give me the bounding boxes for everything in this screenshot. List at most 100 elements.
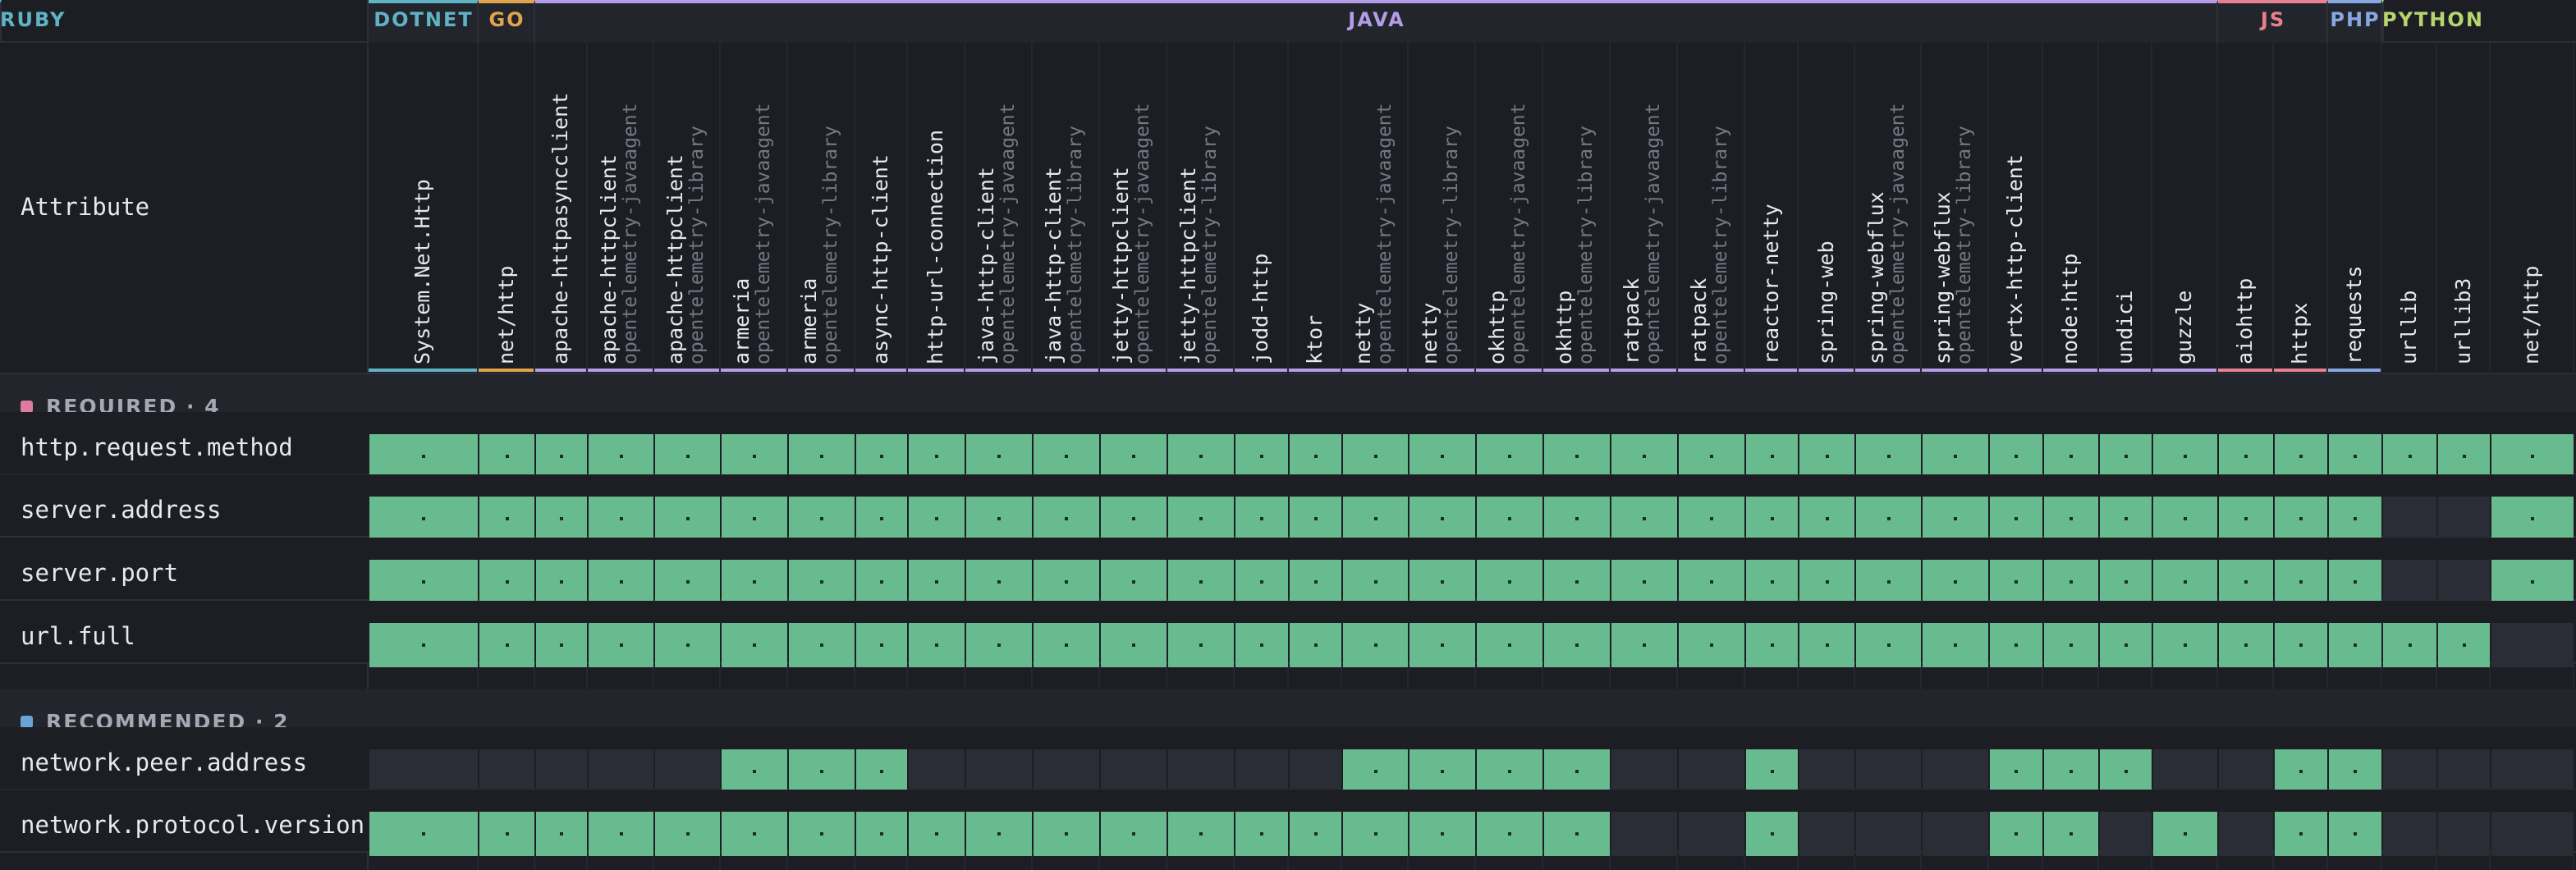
supported-cell: [1343, 623, 1408, 667]
support-dot-icon: [1643, 580, 1646, 584]
supported-cell: [2100, 623, 2152, 667]
supported-cell: [909, 497, 965, 541]
supported-cell: [2329, 497, 2381, 541]
supported-cell: [1101, 812, 1167, 856]
unsupported-cell: [2219, 812, 2273, 856]
supported-cell: [2275, 560, 2327, 604]
supported-cell: [2100, 434, 2152, 478]
supported-cell: [2219, 623, 2273, 667]
library-name-label: urllib3: [2450, 277, 2475, 364]
supported-cell: [789, 812, 855, 856]
supported-cell: [1799, 623, 1854, 667]
support-dot-icon: [560, 517, 563, 520]
support-dot-icon: [1199, 455, 1203, 458]
language-label-js: JS: [2260, 8, 2286, 31]
support-dot-icon: [753, 517, 756, 520]
support-dot-icon: [1441, 580, 1444, 584]
supported-cell: [1799, 497, 1854, 541]
supported-cell: [909, 812, 965, 856]
support-dot-icon: [1065, 517, 1068, 520]
library-variant-label: opentelemetry-library: [1575, 126, 1597, 364]
support-dot-icon: [1710, 580, 1713, 584]
support-dot-icon: [1508, 832, 1511, 836]
support-dot-icon: [2184, 455, 2187, 458]
supported-cell: [1990, 812, 2042, 856]
library-name-label: java-http-client: [1042, 167, 1066, 364]
supported-cell: [1409, 434, 1475, 478]
supported-cell: [1477, 812, 1542, 856]
library-variant-label: opentelemetry-library: [1441, 126, 1462, 364]
support-dot-icon: [2299, 517, 2303, 520]
support-dot-icon: [2070, 517, 2073, 520]
compatibility-matrix: Attribute DOTNET GO JAVA JS PHP PYTHON RUBY Sy…: [0, 0, 2576, 870]
supported-cell: [1034, 812, 1099, 856]
library-name-label: okhttp: [1485, 290, 1509, 364]
supported-cell: [1856, 434, 1921, 478]
unsupported-cell: [909, 749, 965, 794]
support-dot-icon: [1313, 832, 1318, 836]
library-variant-label: opentelemetry-javaagent: [1886, 103, 1909, 365]
attribute-name: http.request.method: [21, 433, 293, 461]
library-name-label: spring-webflux: [1863, 191, 1888, 364]
library-name-label: net/http: [2519, 265, 2543, 364]
support-dot-icon: [1199, 580, 1203, 584]
supported-cell: [1168, 812, 1234, 856]
support-dot-icon: [1770, 770, 1774, 773]
unsupported-cell: [2153, 749, 2217, 794]
library-name-label: vertx-http-client: [2003, 154, 2027, 364]
supported-cell: [1343, 749, 1408, 794]
supported-cell: [1746, 812, 1798, 856]
support-dot-icon: [1825, 643, 1829, 647]
support-dot-icon: [1313, 517, 1318, 520]
support-dot-icon: [935, 517, 938, 520]
supported-cell: [1168, 623, 1234, 667]
library-name-label: reactor-netty: [1758, 204, 1783, 364]
supported-cell: [2219, 560, 2273, 604]
supported-cell: [1290, 812, 1341, 856]
support-dot-icon: [997, 455, 1001, 458]
supported-cell: [1679, 623, 1744, 667]
library-name-label: apache-httpclient: [662, 154, 687, 364]
support-dot-icon: [1373, 643, 1377, 647]
supported-cell: [909, 623, 965, 667]
support-dot-icon: [1132, 580, 1135, 584]
supported-cell: [856, 623, 907, 667]
library-name-label: net/http: [493, 265, 518, 364]
library-variant-label: opentelemetry-library: [1710, 126, 1731, 364]
supported-cell: [856, 497, 907, 541]
language-underline-dotnet: [369, 369, 479, 372]
library-name-label: node:http: [2058, 253, 2082, 364]
supported-cell: [2275, 812, 2327, 856]
language-underline-php: [2328, 369, 2382, 372]
supported-cell: [722, 434, 787, 478]
supported-cell: [655, 497, 720, 541]
support-dot-icon: [2462, 455, 2466, 458]
language-label-dotnet: DOTNET: [374, 8, 474, 31]
support-dot-icon: [1770, 517, 1774, 520]
support-dot-icon: [1373, 832, 1377, 836]
support-dot-icon: [1508, 770, 1511, 773]
supported-cell: [2044, 560, 2098, 604]
support-dot-icon: [2408, 643, 2412, 647]
support-dot-icon: [2124, 580, 2128, 584]
supported-cell: [1409, 623, 1475, 667]
support-dot-icon: [1575, 770, 1579, 773]
support-dot-icon: [2531, 455, 2534, 458]
support-dot-icon: [2184, 580, 2187, 584]
supported-cell: [2100, 560, 2152, 604]
library-variant-label: opentelemetry-library: [1199, 126, 1221, 364]
support-dot-icon: [935, 832, 938, 836]
support-dot-icon: [2184, 517, 2187, 520]
support-dot-icon: [1954, 455, 1957, 458]
support-dot-icon: [2124, 770, 2128, 773]
supported-cell: [1544, 434, 1610, 478]
library-name-label: ratpack: [1620, 277, 1643, 364]
unsupported-cell: [536, 749, 587, 794]
language-label-go: GO: [488, 8, 525, 31]
supported-cell: [1923, 560, 1988, 604]
support-dot-icon: [1886, 517, 1891, 520]
support-dot-icon: [935, 580, 938, 584]
supported-cell: [2275, 623, 2327, 667]
support-dot-icon: [1886, 455, 1891, 458]
supported-cell: [1679, 560, 1744, 604]
